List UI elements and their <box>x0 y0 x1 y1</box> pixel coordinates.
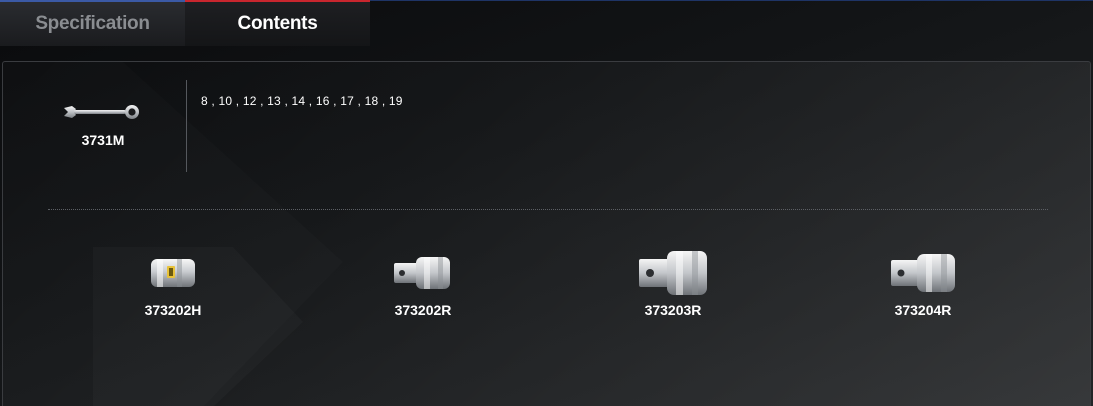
item-373202h[interactable]: 373202H <box>103 244 243 318</box>
tab-contents[interactable]: Contents <box>185 0 370 46</box>
item-373204r[interactable]: 373204R <box>853 244 993 318</box>
background-chevron-shape <box>3 62 1091 406</box>
item-label: 373203R <box>644 302 702 318</box>
wrench-sizes-text: 8 , 10 , 12 , 13 , 14 , 16 , 17 , 18 , 1… <box>201 94 403 108</box>
item-373203r[interactable]: 373203R <box>603 244 743 318</box>
tab-specification[interactable]: Specification <box>0 0 185 46</box>
combination-wrench-icon <box>43 92 163 132</box>
tab-bar: Specification Contents <box>0 0 370 46</box>
item-label: 373204R <box>894 302 952 318</box>
top-rule <box>370 0 1093 1</box>
socket-adapter-icon <box>853 244 993 302</box>
item-label: 373202H <box>144 302 202 318</box>
vertical-divider <box>186 80 187 172</box>
item-label: 373202R <box>394 302 452 318</box>
item-373202r[interactable]: 373202R <box>353 244 493 318</box>
contents-page: Specification Contents 3731M 8 , 10 , 12… <box>0 0 1093 406</box>
socket-adapter-icon <box>353 244 493 302</box>
contents-panel: 3731M 8 , 10 , 12 , 13 , 14 , 16 , 17 , … <box>2 61 1091 406</box>
item-label: 3731M <box>81 132 125 148</box>
dotted-divider <box>48 209 1048 210</box>
hex-socket-icon <box>103 244 243 302</box>
item-3731m[interactable]: 3731M <box>43 92 163 148</box>
socket-adapter-icon <box>603 244 743 302</box>
